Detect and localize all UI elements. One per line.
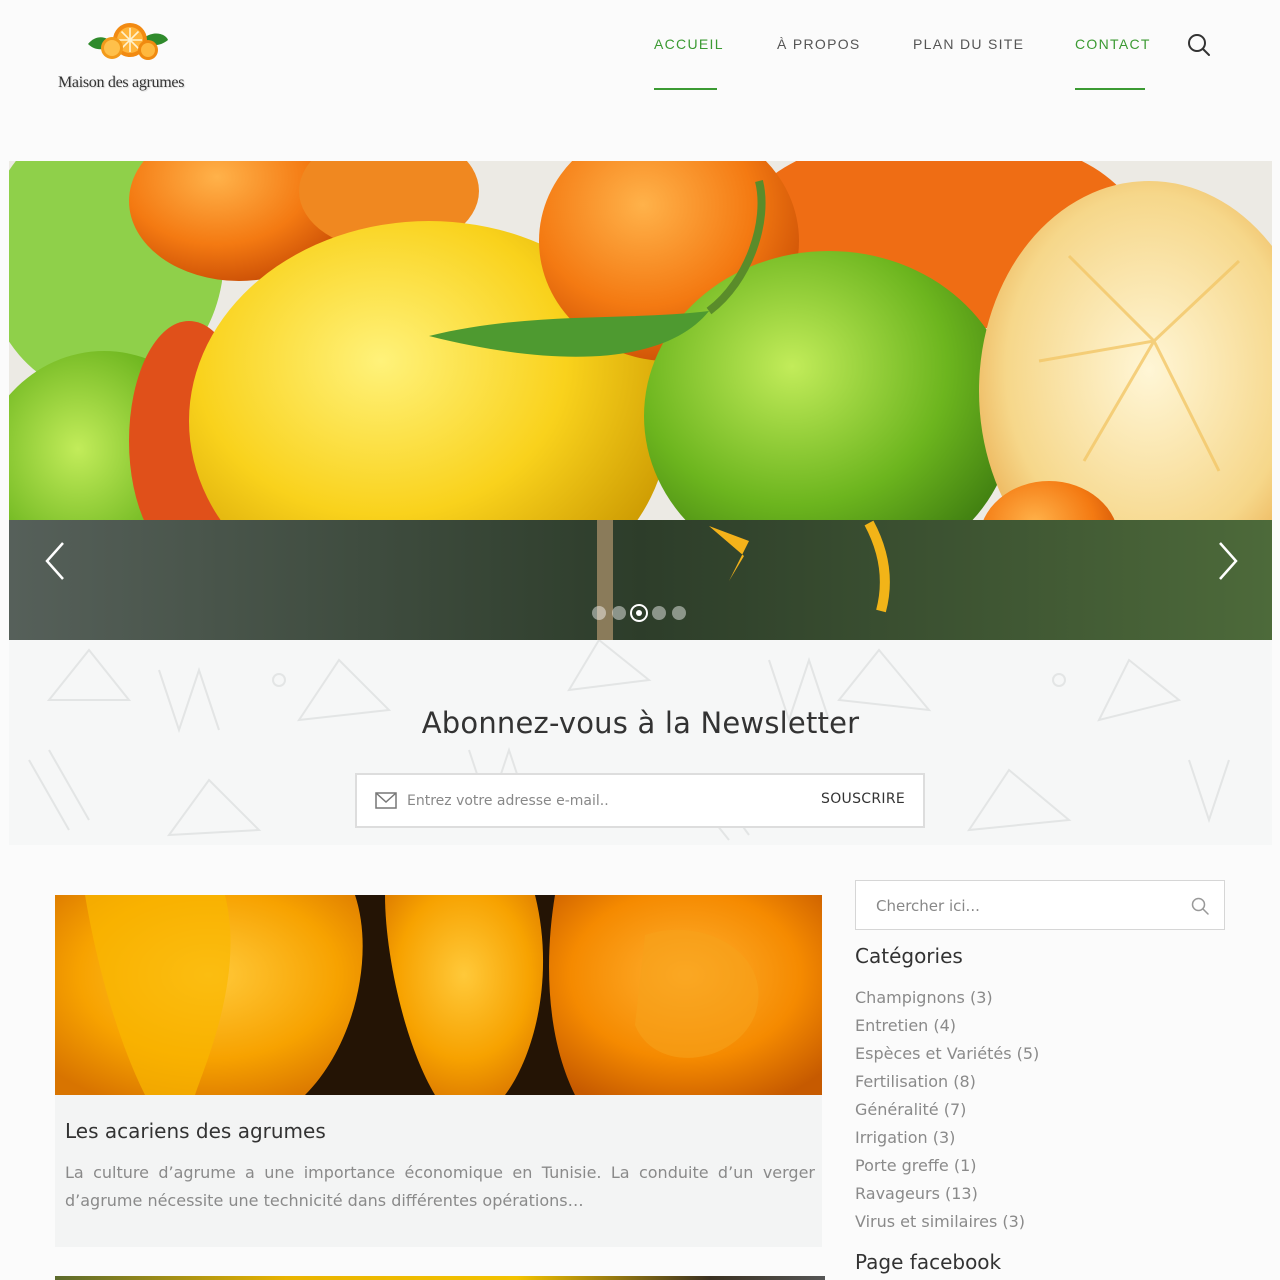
sidebar-search-input[interactable]: [876, 893, 1176, 919]
categories-list: Champignons (3) Entretien (4) Espèces et…: [855, 986, 1039, 1238]
citrus-hero-image: [9, 161, 1272, 640]
slider-dot[interactable]: [652, 606, 666, 620]
post-card[interactable]: Les acariens des agrumes La culture d’ag…: [55, 895, 822, 1247]
categories-title: Catégories: [855, 944, 963, 968]
site-logo[interactable]: Maison des agrumes: [56, 8, 206, 92]
nav-active-underline: [654, 88, 717, 90]
category-item[interactable]: Virus et similaires (3): [855, 1210, 1039, 1238]
newsletter-email-input[interactable]: [407, 787, 787, 815]
post-thumbnail[interactable]: [55, 895, 822, 1095]
orange-logo-icon: [88, 23, 168, 60]
search-icon[interactable]: [1190, 896, 1210, 916]
search-icon[interactable]: [1186, 32, 1212, 58]
slider-dot[interactable]: [672, 606, 686, 620]
site-header: Maison des agrumes ACCUEIL À PROPOS PLAN…: [0, 0, 1280, 120]
nav-item-plan-du-site[interactable]: PLAN DU SITE: [913, 36, 1024, 52]
chevron-left-icon: [45, 542, 64, 580]
envelope-icon: [375, 792, 397, 809]
slider-dot[interactable]: [592, 606, 606, 620]
category-item[interactable]: Ravageurs (13): [855, 1182, 1039, 1210]
next-post-thumbnail[interactable]: [55, 1276, 825, 1280]
category-item[interactable]: Espèces et Variétés (5): [855, 1042, 1039, 1070]
newsletter-section: Abonnez-vous à la Newsletter SOUSCRIRE: [9, 640, 1272, 845]
hero-slider[interactable]: [9, 161, 1272, 640]
newsletter-form: SOUSCRIRE: [355, 773, 925, 828]
post-excerpt: La culture d’agrume a une importance éco…: [65, 1163, 815, 1210]
facebook-widget-title: Page facebook: [855, 1250, 1002, 1274]
slider-dot[interactable]: [612, 606, 626, 620]
logo-text: Maison des agrumes: [58, 74, 185, 91]
chevron-right-icon: [1219, 542, 1238, 580]
category-item[interactable]: Fertilisation (8): [855, 1070, 1039, 1098]
category-item[interactable]: Généralité (7): [855, 1098, 1039, 1126]
category-item[interactable]: Entretien (4): [855, 1014, 1039, 1042]
slider-prev-button[interactable]: [41, 541, 71, 581]
nav-active-underline: [1075, 88, 1145, 90]
slider-dot-current[interactable]: [630, 604, 648, 622]
nav-item-contact[interactable]: CONTACT: [1075, 36, 1151, 52]
category-item[interactable]: Irrigation (3): [855, 1126, 1039, 1154]
slider-next-button[interactable]: [1212, 541, 1242, 581]
post-image: [55, 895, 822, 1095]
category-item[interactable]: Champignons (3): [855, 986, 1039, 1014]
nav-item-a-propos[interactable]: À PROPOS: [777, 36, 861, 52]
category-item[interactable]: Porte greffe (1): [855, 1154, 1039, 1182]
newsletter-title: Abonnez-vous à la Newsletter: [421, 706, 860, 740]
newsletter-subscribe-button[interactable]: SOUSCRIRE: [821, 791, 905, 807]
sidebar-search: [855, 880, 1225, 930]
nav-item-accueil[interactable]: ACCUEIL: [654, 36, 724, 52]
post-title[interactable]: Les acariens des agrumes: [65, 1119, 326, 1143]
